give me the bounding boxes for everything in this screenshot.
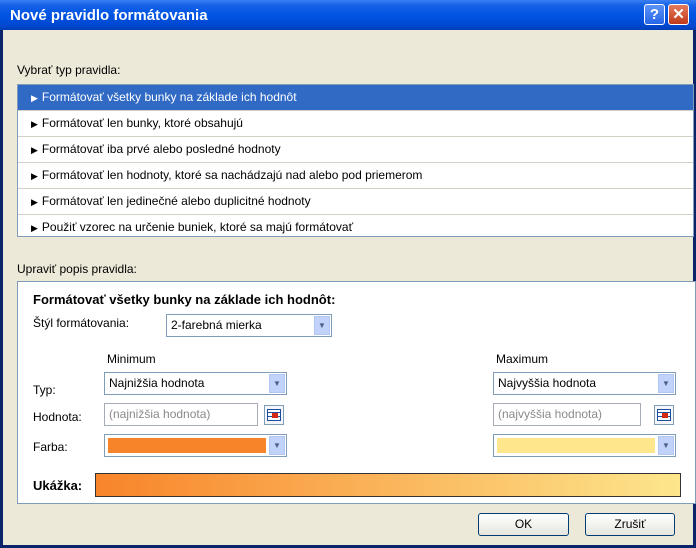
max-value-input[interactable]: (najvyššia hodnota) (493, 403, 641, 426)
play-icon: ▶ (31, 119, 38, 129)
color-label: Farba: (33, 440, 68, 454)
min-color-swatch (108, 438, 266, 453)
range-select-icon-marker (662, 413, 668, 418)
value-label: Hodnota: (33, 410, 82, 424)
chevron-down-icon[interactable]: ▼ (658, 374, 674, 393)
rule-type-item[interactable]: ▶ Formátovať iba prvé alebo posledné hodn… (18, 137, 693, 163)
format-style-label: Štýl formátovania: (33, 316, 130, 330)
min-value-input[interactable]: (najnižšia hodnota) (104, 403, 258, 426)
rule-type-item[interactable]: ▶ Formátovať len bunky, ktoré obsahujú (18, 111, 693, 137)
chevron-down-icon[interactable]: ▼ (314, 316, 330, 335)
help-button[interactable]: ? (644, 4, 665, 25)
play-icon: ▶ (31, 171, 38, 181)
format-style-select[interactable]: 2-farebná mierka ▼ (166, 314, 332, 337)
format-style-value: 2-farebná mierka (171, 318, 262, 332)
min-value-placeholder: (najnižšia hodnota) (109, 407, 211, 421)
rule-description-heading: Formátovať všetky bunky na základe ich h… (33, 292, 336, 307)
min-type-value: Najnižšia hodnota (109, 376, 205, 390)
preview-label: Ukážka: (33, 478, 83, 493)
rule-type-item-label: Formátovať len bunky, ktoré obsahujú (41, 116, 243, 130)
chevron-down-icon[interactable]: ▼ (269, 374, 285, 393)
range-select-icon-marker (272, 413, 278, 418)
preview-gradient (95, 473, 681, 497)
rule-type-item[interactable]: ▶ Formátovať len jedinečné alebo duplicit… (18, 189, 693, 215)
max-color-select[interactable]: ▼ (493, 434, 676, 457)
max-color-swatch (497, 438, 655, 453)
edit-rule-description-label: Upraviť popis pravidla: (17, 262, 137, 276)
close-button[interactable]: ✕ (668, 4, 689, 25)
type-label: Typ: (33, 383, 56, 397)
minimum-header: Minimum (107, 352, 156, 366)
title-bar: Nové pravidlo formátovania ? ✕ (0, 0, 696, 30)
select-rule-type-label: Vybrať typ pravidla: (17, 63, 121, 77)
chevron-down-icon[interactable]: ▼ (269, 436, 285, 455)
chevron-down-icon[interactable]: ▼ (658, 436, 674, 455)
cancel-button[interactable]: Zrušiť (585, 513, 675, 536)
rule-type-item[interactable]: ▶ Použiť vzorec na určenie buniek, ktoré … (18, 215, 693, 240)
rule-type-item-label: Formátovať všetky bunky na základe ich h… (41, 90, 297, 104)
max-type-value: Najvyššia hodnota (498, 376, 597, 390)
maximum-header: Maximum (496, 352, 549, 366)
rule-type-item-label: Formátovať len hodnoty, ktoré sa nachádz… (41, 168, 423, 182)
rule-type-item[interactable]: ▶ Formátovať len hodnoty, ktoré sa nachád… (18, 163, 693, 189)
max-type-select[interactable]: Najvyššia hodnota ▼ (493, 372, 676, 395)
rule-type-item[interactable]: ▶ Formátovať všetky bunky na základe ich … (18, 85, 693, 111)
rule-type-item-label: Formátovať iba prvé alebo posledné hodno… (41, 142, 281, 156)
min-type-select[interactable]: Najnižšia hodnota ▼ (104, 372, 287, 395)
play-icon: ▶ (31, 145, 38, 155)
min-value-range-button[interactable] (264, 405, 284, 425)
max-value-range-button[interactable] (654, 405, 674, 425)
rule-type-item-label: Formátovať len jedinečné alebo duplicitn… (41, 194, 311, 208)
play-icon: ▶ (31, 93, 38, 103)
rule-type-item-label: Použiť vzorec na určenie buniek, ktoré s… (41, 220, 354, 234)
play-icon: ▶ (31, 223, 38, 233)
max-value-placeholder: (najvyššia hodnota) (498, 407, 603, 421)
rule-type-list[interactable]: ▶ Formátovať všetky bunky na základe ich … (17, 84, 694, 237)
play-icon: ▶ (31, 197, 38, 207)
window-title: Nové pravidlo formátovania (10, 7, 208, 24)
min-color-select[interactable]: ▼ (104, 434, 287, 457)
ok-button[interactable]: OK (478, 513, 569, 536)
